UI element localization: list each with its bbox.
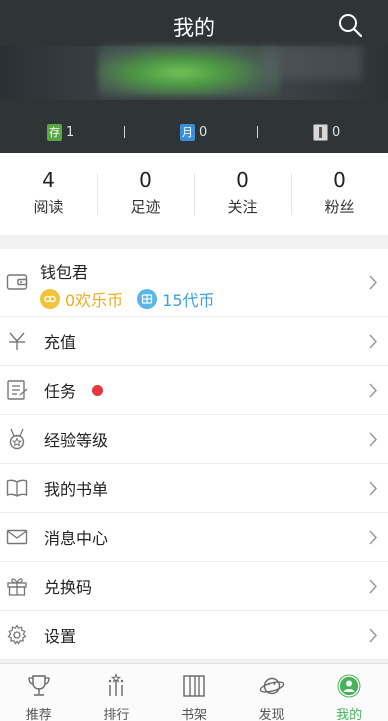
menu-item-message-center[interactable]: 消息中心	[0, 513, 388, 562]
chevron-right-icon	[369, 530, 378, 545]
count-following-label: 关注	[227, 198, 258, 216]
menu-item-recharge[interactable]: 充值	[0, 317, 388, 366]
menu-item-wallet[interactable]: 钱包君 0欢乐币 15代币	[0, 249, 388, 317]
stat-deposit-value: 1	[66, 124, 75, 140]
happy-coin-icon	[40, 289, 60, 309]
monthly-ticket-icon: 月	[180, 123, 195, 141]
menu-item-experience-level[interactable]: 经验等级	[0, 415, 388, 464]
voucher-icon	[137, 289, 158, 309]
stats-divider	[257, 126, 258, 138]
notification-dot	[92, 385, 103, 396]
menu-item-label: 充值	[44, 333, 77, 352]
menu-item-label: 我的书单	[44, 480, 109, 499]
deposit-badge-icon: 存	[47, 123, 62, 141]
tab-label: 推荐	[25, 708, 52, 721]
happy-coin-balance: 0欢乐币	[65, 291, 124, 310]
tab-label: 书架	[180, 708, 207, 721]
count-footprint[interactable]: 0 足迹	[97, 153, 194, 235]
count-reading-label: 阅读	[33, 198, 64, 216]
medal-icon	[9, 428, 25, 450]
count-following-value: 0	[236, 168, 249, 192]
stats-divider	[124, 126, 125, 138]
menu-item-my-booklist[interactable]: 我的书单	[0, 464, 388, 513]
chevron-right-icon	[369, 432, 378, 447]
gear-icon	[7, 624, 27, 645]
planet-icon	[259, 677, 284, 695]
chevron-right-icon	[369, 628, 378, 643]
count-following[interactable]: 0 关注	[194, 153, 291, 235]
chevron-right-icon	[369, 579, 378, 594]
stat-monthly-ticket-value: 0	[199, 124, 208, 140]
voucher-balance: 15代币	[162, 291, 215, 310]
ranking-icon	[109, 673, 124, 696]
tab-ranking[interactable]: 排行	[78, 664, 156, 721]
count-footprint-label: 足迹	[130, 198, 161, 216]
menu-item-tasks[interactable]: 任务	[0, 366, 388, 415]
tab-mine[interactable]: 我的	[310, 664, 388, 721]
search-icon	[339, 14, 363, 38]
tab-label: 发现	[258, 708, 285, 721]
stat-recommend-ticket[interactable]: 0	[313, 122, 340, 142]
wallet-balances: 0欢乐币 15代币	[40, 287, 215, 311]
user-icon	[337, 674, 361, 698]
chevron-right-icon	[369, 275, 378, 290]
task-list-icon	[7, 380, 28, 400]
blurred-user-info	[262, 46, 362, 80]
count-reading-value: 4	[42, 168, 55, 192]
gift-icon	[7, 578, 27, 596]
menu-item-label: 兑换码	[44, 578, 93, 597]
bottom-tab-bar: 推荐 排行 书架 发现 我的	[0, 663, 388, 721]
chevron-right-icon	[369, 383, 378, 398]
tab-label: 我的	[336, 708, 363, 721]
menu-item-label: 消息中心	[44, 529, 109, 548]
page-title: 我的	[173, 16, 215, 40]
menu-item-label: 任务	[44, 382, 77, 401]
activity-counts: 4 阅读 0 足迹 0 关注 0 粉丝	[0, 153, 388, 235]
wallet-title: 钱包君	[40, 263, 89, 282]
chevron-right-icon	[369, 481, 378, 496]
settings-menu: 钱包君 0欢乐币 15代币 充值 任务 经验等级 我的书单 消息中心 兑换码 设…	[0, 249, 388, 660]
wallet-icon	[6, 274, 28, 290]
menu-item-redeem-code[interactable]: 兑换码	[0, 562, 388, 611]
yuan-icon	[9, 332, 25, 350]
count-reading[interactable]: 4 阅读	[0, 153, 97, 235]
tab-bookshelf[interactable]: 书架	[155, 664, 233, 721]
count-fans[interactable]: 0 粉丝	[291, 153, 388, 235]
search-button[interactable]	[336, 11, 366, 41]
user-stats-bar: 存 1 月 0 0	[0, 118, 388, 146]
tab-discover[interactable]: 发现	[233, 664, 311, 721]
chevron-right-icon	[369, 334, 378, 349]
blurred-username	[98, 44, 280, 96]
menu-item-label: 经验等级	[44, 431, 109, 450]
count-fans-label: 粉丝	[324, 198, 355, 216]
tab-recommend[interactable]: 推荐	[0, 664, 78, 721]
menu-item-settings[interactable]: 设置	[0, 611, 388, 660]
stat-monthly-ticket[interactable]: 月 0	[180, 122, 207, 142]
envelope-icon	[6, 529, 28, 545]
recommend-ticket-icon	[313, 123, 328, 141]
count-footprint-value: 0	[139, 168, 152, 192]
stat-deposit[interactable]: 存 1	[47, 122, 74, 142]
book-list-icon	[6, 479, 28, 497]
bookshelf-icon	[183, 675, 205, 697]
stat-recommend-ticket-value: 0	[332, 124, 341, 140]
profile-header: 我的 存 1 月 0 0	[0, 0, 388, 153]
trophy-icon	[28, 675, 50, 696]
menu-item-label: 设置	[44, 627, 77, 646]
tab-label: 排行	[103, 708, 130, 721]
count-fans-value: 0	[333, 168, 346, 192]
